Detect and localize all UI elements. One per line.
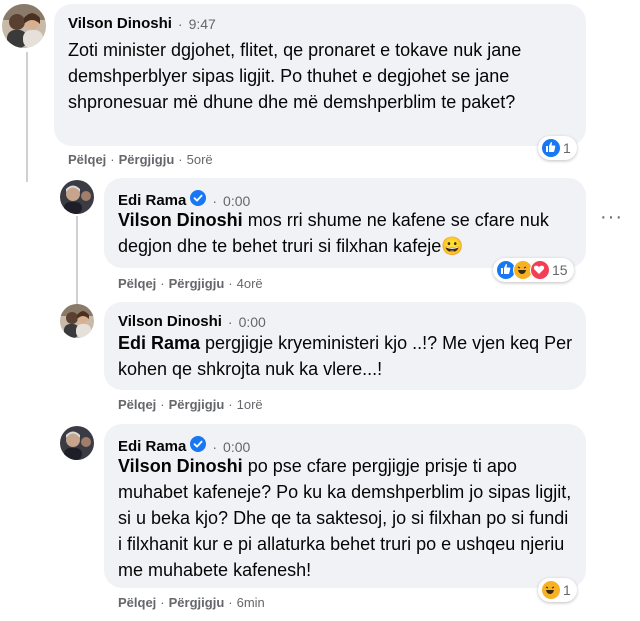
mention-link[interactable]: Vilson Dinoshi xyxy=(118,456,243,476)
separator: · xyxy=(227,313,233,330)
reaction-count: 1 xyxy=(563,582,571,598)
reply-button[interactable]: Përgjigju xyxy=(169,397,225,412)
separator: · xyxy=(160,595,165,610)
comment-time: 0:00 xyxy=(238,313,266,330)
separator: · xyxy=(110,152,115,167)
comment-text: Zoti minister dgjohet, flitet, qe pronar… xyxy=(68,40,522,112)
reaction-count: 15 xyxy=(552,262,568,278)
reaction-summary[interactable]: 15 xyxy=(493,258,574,282)
thread-line xyxy=(26,52,28,182)
separator: · xyxy=(160,397,165,412)
mention-link[interactable]: Edi Rama xyxy=(118,333,200,353)
avatar[interactable] xyxy=(60,304,94,338)
avatar[interactable] xyxy=(2,4,46,48)
like-button[interactable]: Pëlqej xyxy=(118,397,156,412)
avatar[interactable] xyxy=(60,180,94,214)
like-button[interactable]: Pëlqej xyxy=(118,595,156,610)
separator: · xyxy=(228,595,233,610)
reply-button[interactable]: Përgjigju xyxy=(169,595,225,610)
reaction-count: 1 xyxy=(563,140,571,156)
comment-author[interactable]: Vilson Dinoshi xyxy=(68,15,172,32)
comment-age[interactable]: 4orë xyxy=(237,276,263,291)
comment-author[interactable]: Vilson Dinoshi xyxy=(118,313,222,330)
comment-text: Vilson Dinoshi mos rri shume ne kafene s… xyxy=(118,207,573,259)
reply-button[interactable]: Përgjigju xyxy=(119,152,175,167)
comment-text: Vilson Dinoshi po pse cfare pergjigje pr… xyxy=(118,453,573,583)
thread-line xyxy=(76,216,78,316)
love-icon xyxy=(530,260,550,280)
avatar[interactable] xyxy=(60,426,94,460)
comment-age[interactable]: 1orë xyxy=(237,397,263,412)
separator: · xyxy=(228,397,233,412)
separator: · xyxy=(160,276,165,291)
separator: · xyxy=(228,276,233,291)
reaction-summary[interactable]: 1 xyxy=(538,578,577,602)
comment-age[interactable]: 6min xyxy=(237,595,265,610)
comment-time: 9:47 xyxy=(188,15,216,32)
haha-icon xyxy=(541,580,561,600)
comment-age[interactable]: 5orë xyxy=(187,152,213,167)
reply-button[interactable]: Përgjigju xyxy=(169,276,225,291)
more-options-icon[interactable]: ··· xyxy=(600,206,623,229)
separator: · xyxy=(178,152,183,167)
mention-link[interactable]: Vilson Dinoshi xyxy=(118,210,243,230)
separator: · xyxy=(177,15,183,32)
like-icon xyxy=(541,138,561,158)
comment-text: Edi Rama pergjigje kryeministeri kjo ..!… xyxy=(118,330,573,382)
like-button[interactable]: Pëlqej xyxy=(118,276,156,291)
reaction-summary[interactable]: 1 xyxy=(538,136,577,160)
like-button[interactable]: Pëlqej xyxy=(68,152,106,167)
